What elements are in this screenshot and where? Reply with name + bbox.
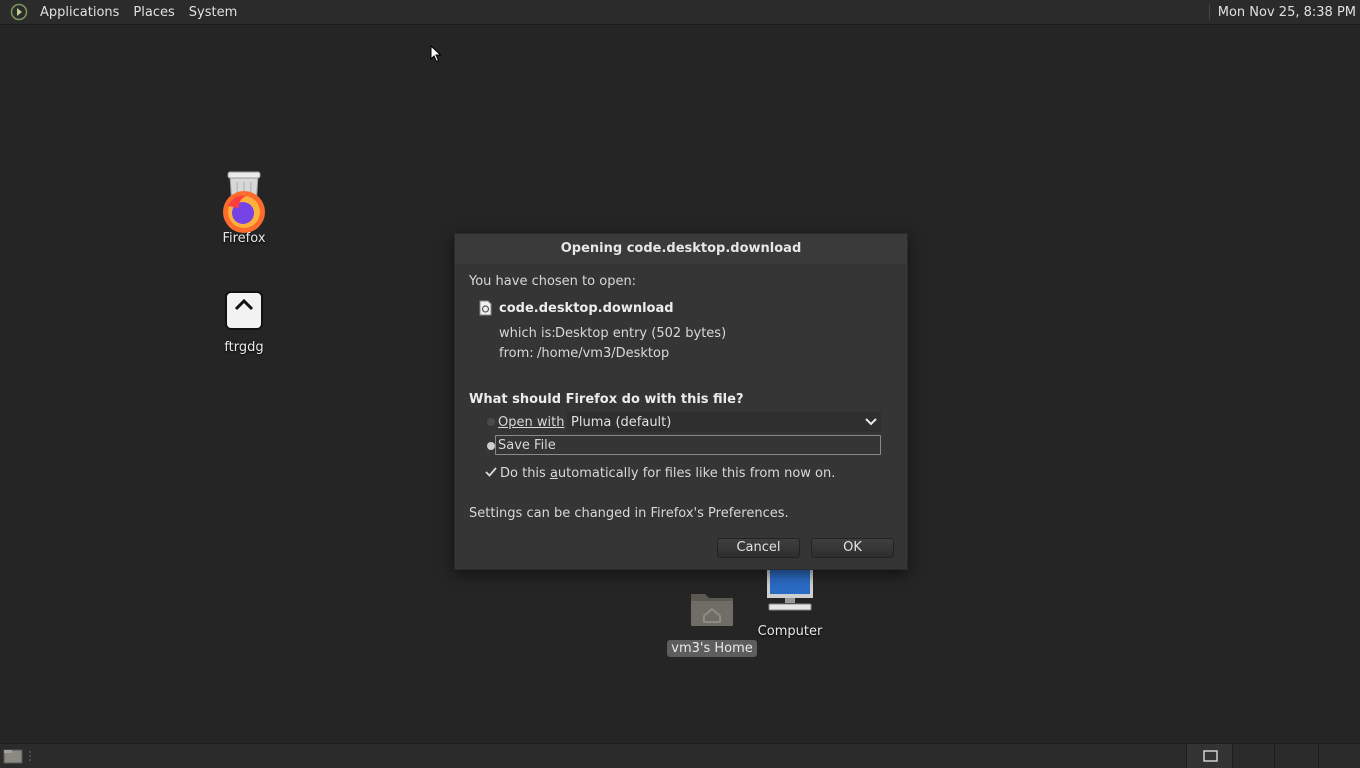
desktop-icon-label: ftrgdg [224,340,264,355]
mouse-cursor-icon [430,44,442,67]
which-is-value: Desktop entry (502 bytes) [555,326,727,341]
desktop-icon-home[interactable]: vm3's Home [667,588,757,657]
cancel-button[interactable]: Cancel [717,538,800,558]
which-is-label: which is: [499,326,556,341]
clock[interactable]: Mon Nov 25, 8:38 PM [1218,5,1356,20]
top-panel: Applications Places System Mon Nov 25, 8… [0,0,1360,25]
auto-checkbox[interactable] [485,466,497,478]
open-with-dropdown[interactable]: Pluma (default) [567,412,881,432]
workspace-3[interactable] [1274,744,1318,768]
save-file-label: Save File [498,438,556,453]
desktop-icon-firefox[interactable]: Firefox [199,168,289,247]
from-value: /home/vm3/Desktop [537,346,670,361]
question-heading: What should Firefox do with this file? [469,392,744,407]
settings-note: Settings can be changed in Firefox's Pre… [469,506,789,521]
desktop-icon-ftrgdg[interactable]: ftrgdg [199,291,289,356]
menu-applications[interactable]: Applications [33,0,126,25]
desktop-icon-label: vm3's Home [667,640,757,657]
dialog-title[interactable]: Opening code.desktop.download [455,234,907,264]
open-with-radio[interactable] [487,418,495,426]
open-file-dialog: Opening code.desktop.download You have c… [454,233,908,570]
open-with-label: Open with [498,415,565,430]
file-icon [479,300,492,316]
menu-system[interactable]: System [182,0,244,25]
menu-logo-icon[interactable] [9,2,29,22]
menu-places[interactable]: Places [126,0,181,25]
workspace-1[interactable] [1186,744,1232,768]
save-file-radio[interactable] [487,442,495,450]
panel-separator [1208,4,1210,20]
bottom-panel [0,743,1360,768]
launcher-icon [224,291,264,335]
ok-button[interactable]: OK [811,538,894,558]
from-label: from: [499,346,534,361]
open-with-value: Pluma (default) [571,414,672,430]
workspace-2[interactable] [1232,744,1274,768]
chevron-down-icon [861,418,881,426]
auto-label: Do this automatically for files like thi… [500,466,836,481]
chosen-text: You have chosen to open: [469,274,637,289]
firefox-icon [220,168,268,238]
panel-handle [27,749,33,763]
show-desktop-icon[interactable] [3,748,23,764]
home-folder-icon [689,588,735,632]
desktop-icon-label: Firefox [222,231,266,246]
computer-icon [765,566,815,618]
desktop-icon-computer[interactable]: Computer [745,566,835,640]
file-name: code.desktop.download [499,301,674,316]
desktop-icon-label: Computer [757,624,823,639]
workspace-4[interactable] [1318,744,1360,768]
